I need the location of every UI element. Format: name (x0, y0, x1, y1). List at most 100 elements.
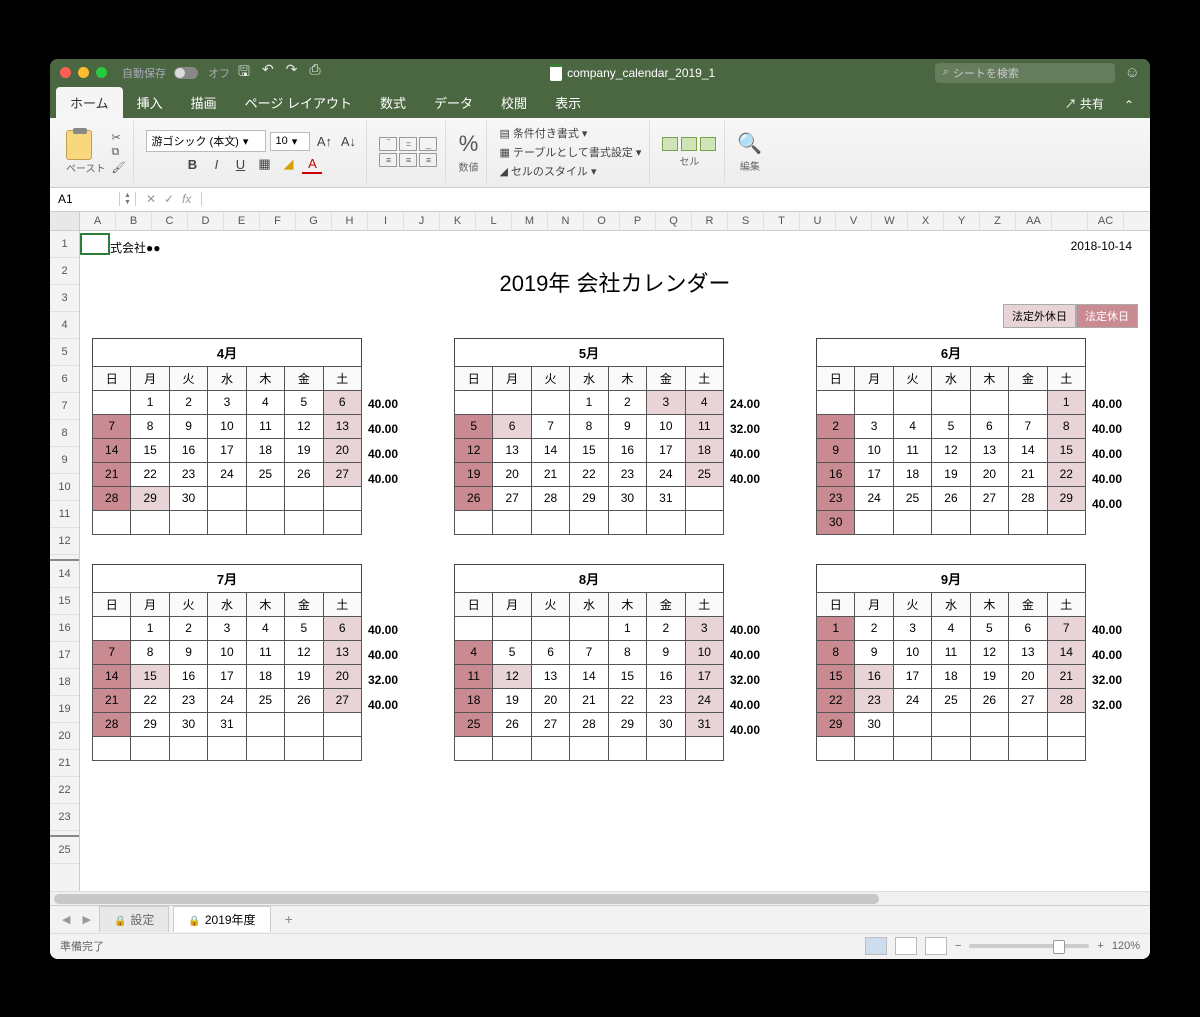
calendar-day[interactable]: 13 (531, 664, 569, 688)
calendar-day[interactable]: 28 (531, 486, 569, 510)
calendar-day[interactable]: 16 (647, 664, 685, 688)
row-header[interactable]: 10 (50, 474, 79, 501)
calendar-day[interactable]: 11 (455, 664, 493, 688)
calendar-day[interactable]: 4 (932, 616, 970, 640)
calendar-day[interactable]: 6 (970, 414, 1008, 438)
calendar-day[interactable]: 17 (855, 462, 893, 486)
calendar-day[interactable]: 18 (685, 438, 723, 462)
calendar-day[interactable]: 1 (817, 616, 855, 640)
calendar-day[interactable]: 8 (131, 414, 169, 438)
calendar-day[interactable]: 10 (647, 414, 685, 438)
row-header[interactable]: 19 (50, 696, 79, 723)
calendar-day[interactable]: 30 (169, 486, 207, 510)
calendar-day[interactable]: 4 (246, 616, 284, 640)
calendar-day[interactable]: 21 (531, 462, 569, 486)
calendar-day[interactable]: 11 (932, 640, 970, 664)
calendar-day[interactable] (1047, 712, 1085, 736)
calendar-day[interactable]: 16 (817, 462, 855, 486)
calendar-day[interactable]: 22 (131, 688, 169, 712)
calendar-day[interactable]: 9 (169, 414, 207, 438)
calendar-day[interactable] (246, 486, 284, 510)
calendar-day[interactable]: 28 (1009, 486, 1047, 510)
column-header[interactable]: T (764, 212, 800, 230)
calendar-day[interactable]: 10 (893, 640, 931, 664)
calendar-day[interactable] (493, 736, 531, 760)
calendar-day[interactable] (323, 486, 361, 510)
tab-review[interactable]: 校閲 (487, 87, 541, 118)
calendar-day[interactable]: 24 (647, 462, 685, 486)
calendar-day[interactable] (455, 510, 493, 534)
calendar-day[interactable]: 13 (1009, 640, 1047, 664)
tab-insert[interactable]: 挿入 (123, 87, 177, 118)
calendar-day[interactable] (970, 510, 1008, 534)
column-header[interactable]: E (224, 212, 260, 230)
calendar-day[interactable]: 23 (855, 688, 893, 712)
calendar-day[interactable] (608, 736, 646, 760)
calendar-day[interactable]: 3 (208, 390, 246, 414)
calendar-day[interactable] (855, 736, 893, 760)
calendar-day[interactable]: 11 (246, 414, 284, 438)
column-header[interactable]: H (332, 212, 368, 230)
calendar-day[interactable]: 17 (208, 438, 246, 462)
column-header[interactable]: L (476, 212, 512, 230)
calendar-day[interactable]: 2 (169, 616, 207, 640)
calendar-day[interactable]: 15 (1047, 438, 1085, 462)
row-header[interactable]: 9 (50, 447, 79, 474)
row-header[interactable]: 14 (50, 561, 79, 588)
calendar-day[interactable]: 20 (1009, 664, 1047, 688)
calendar-day[interactable]: 7 (93, 414, 131, 438)
calendar-day[interactable]: 26 (285, 688, 323, 712)
cancel-formula-icon[interactable]: ✕ (146, 192, 156, 206)
row-header[interactable]: 17 (50, 642, 79, 669)
calendar-day[interactable] (93, 510, 131, 534)
calendar-day[interactable]: 30 (817, 510, 855, 534)
copy-icon[interactable]: ⧉ (112, 146, 126, 159)
calendar-day[interactable]: 23 (817, 486, 855, 510)
column-header[interactable]: O (584, 212, 620, 230)
calendar-day[interactable] (647, 510, 685, 534)
delete-cell-icon[interactable] (681, 137, 697, 151)
calendar-day[interactable] (570, 616, 608, 640)
column-header[interactable]: Q (656, 212, 692, 230)
calendar-day[interactable] (285, 712, 323, 736)
calendar-day[interactable] (131, 510, 169, 534)
calendar-day[interactable]: 29 (1047, 486, 1085, 510)
font-name-select[interactable]: 游ゴシック (本文) ▾ (146, 130, 266, 152)
calendar-day[interactable]: 17 (208, 664, 246, 688)
fx-icon[interactable]: fx (182, 192, 191, 206)
calendar-day[interactable] (285, 510, 323, 534)
calendar-day[interactable] (1009, 712, 1047, 736)
share-button[interactable]: ↗ 共有 (1055, 89, 1114, 118)
font-color-button[interactable]: A (302, 154, 322, 174)
maximize-icon[interactable] (96, 67, 107, 78)
calendar-day[interactable]: 25 (932, 688, 970, 712)
calendar-day[interactable]: 3 (685, 616, 723, 640)
decrease-font-icon[interactable]: A↓ (338, 131, 358, 151)
align-middle-icon[interactable]: = (399, 137, 417, 151)
calendar-day[interactable] (570, 736, 608, 760)
accept-formula-icon[interactable]: ✓ (164, 192, 174, 206)
calendar-day[interactable]: 20 (323, 438, 361, 462)
calendar-day[interactable]: 2 (817, 414, 855, 438)
calendar-day[interactable]: 16 (169, 438, 207, 462)
calendar-day[interactable]: 16 (855, 664, 893, 688)
minimize-icon[interactable] (78, 67, 89, 78)
calendar-day[interactable]: 4 (246, 390, 284, 414)
calendar-day[interactable]: 23 (608, 462, 646, 486)
calendar-day[interactable]: 25 (246, 462, 284, 486)
border-button[interactable]: ▦ (254, 154, 274, 174)
tab-formulas[interactable]: 数式 (366, 87, 420, 118)
calendar-day[interactable]: 7 (1047, 616, 1085, 640)
calendar-day[interactable]: 9 (647, 640, 685, 664)
calendar-day[interactable]: 5 (932, 414, 970, 438)
column-header[interactable]: AA (1016, 212, 1052, 230)
calendar-day[interactable] (970, 736, 1008, 760)
column-header[interactable]: K (440, 212, 476, 230)
italic-button[interactable]: I (206, 154, 226, 174)
horizontal-scrollbar[interactable] (50, 891, 1150, 905)
column-header[interactable]: A (80, 212, 116, 230)
calendar-day[interactable]: 22 (608, 688, 646, 712)
calendar-day[interactable] (493, 390, 531, 414)
calendar-day[interactable]: 29 (608, 712, 646, 736)
calendar-day[interactable]: 11 (893, 438, 931, 462)
